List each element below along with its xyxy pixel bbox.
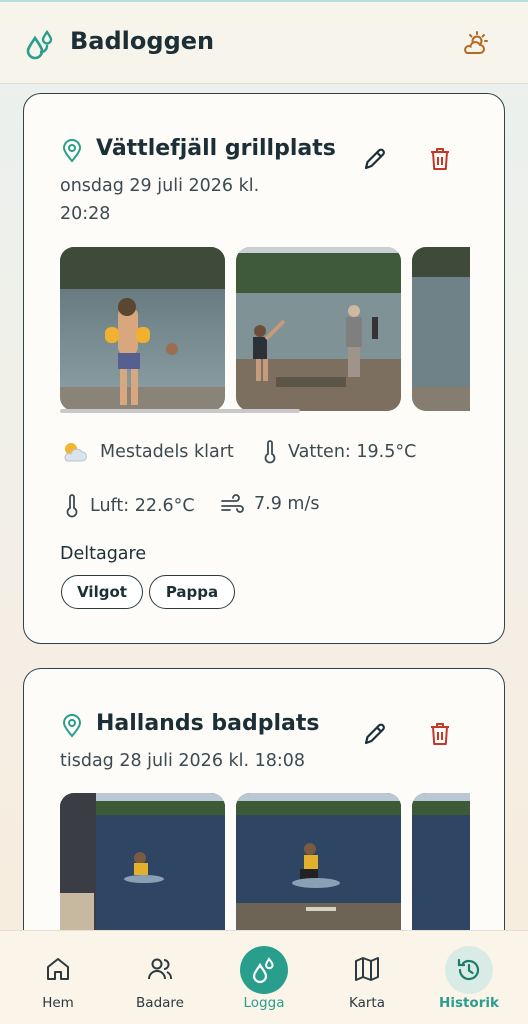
nav-home[interactable]: Hem xyxy=(13,931,103,1024)
weather-sun-cloud-icon[interactable] xyxy=(462,30,490,58)
nav-label: Logga xyxy=(243,995,285,1011)
nav-label: Karta xyxy=(348,995,385,1011)
wind-icon xyxy=(221,494,244,513)
edit-pencil-icon[interactable] xyxy=(362,721,388,747)
location-pin-icon xyxy=(62,714,82,738)
nav-bathers[interactable]: Badare xyxy=(115,931,205,1024)
delete-trash-icon[interactable] xyxy=(428,721,452,747)
entry-date: onsdag 29 juli 2026 kl. xyxy=(60,176,260,196)
photo-carousel[interactable] xyxy=(60,247,470,411)
nav-log[interactable]: Logga xyxy=(219,931,309,1024)
entry-time: 20:28 xyxy=(60,204,111,224)
nav-label: Badare xyxy=(136,995,184,1011)
partly-cloudy-icon xyxy=(64,443,87,462)
edit-pencil-icon[interactable] xyxy=(362,146,388,172)
drops-icon xyxy=(252,957,274,984)
home-icon xyxy=(47,958,69,980)
people-throwing-stones-photo[interactable] xyxy=(236,247,401,411)
air-temperature: Luft: 22.6°C xyxy=(64,494,195,518)
entry-date: tisdag 28 juli 2026 kl. 18:08 xyxy=(60,751,306,771)
app-title: Badloggen xyxy=(70,27,215,55)
carousel-scrollbar[interactable] xyxy=(60,409,300,413)
weather-condition: Mestadels klart xyxy=(60,440,234,464)
participant-chip[interactable]: Vilgot xyxy=(61,575,143,609)
water-drops-logo-icon xyxy=(26,29,53,60)
location-pin-icon xyxy=(62,139,82,163)
water-temperature: Vatten: 19.5°C xyxy=(262,440,416,464)
bottom-navigation: Hem Badare Logga Karta Historik xyxy=(0,930,528,1024)
child-armbands-lake-photo[interactable] xyxy=(60,247,225,411)
participant-chip[interactable]: Pappa xyxy=(149,575,235,609)
wind-speed: 7.9 m/s xyxy=(220,494,319,514)
place-name: Hallands badplats xyxy=(96,711,320,736)
air-temp-text: Luft: 22.6°C xyxy=(90,496,195,516)
wind-text: 7.9 m/s xyxy=(254,494,320,514)
history-icon xyxy=(457,958,480,981)
thermometer-icon xyxy=(264,440,276,464)
nav-history[interactable]: Historik xyxy=(424,931,514,1024)
people-icon xyxy=(148,958,172,980)
weather-text: Mestadels klart xyxy=(100,442,234,462)
participants-heading: Deltagare xyxy=(60,544,147,564)
place-name: Vättlefjäll grillplats xyxy=(96,136,336,161)
nav-map[interactable]: Karta xyxy=(322,931,412,1024)
nav-label: Historik xyxy=(439,995,499,1011)
lake-partial-photo[interactable] xyxy=(412,247,470,411)
app-header: Badloggen xyxy=(0,0,528,84)
water-temp-text: Vatten: 19.5°C xyxy=(288,442,417,462)
nav-label: Hem xyxy=(42,995,74,1011)
thermometer-icon xyxy=(66,494,78,518)
delete-trash-icon[interactable] xyxy=(428,146,452,172)
map-icon xyxy=(355,957,379,981)
bath-entry-card[interactable]: Vättlefjäll grillplats onsdag 29 juli 20… xyxy=(23,93,505,644)
